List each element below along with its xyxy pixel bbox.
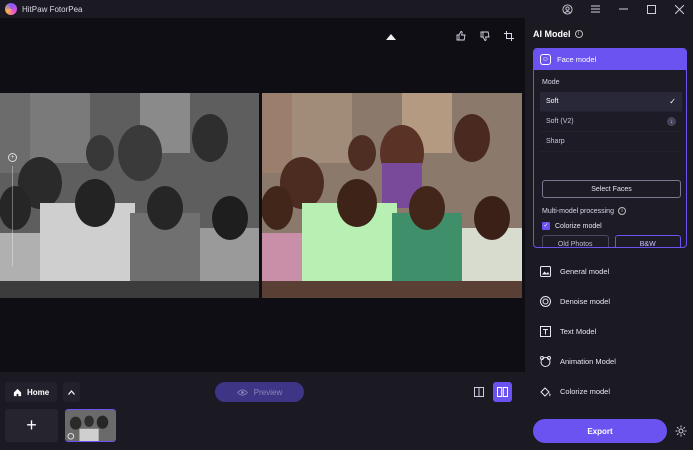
hamburger-icon[interactable] (581, 0, 609, 18)
canvas-toolbar (455, 30, 515, 42)
crop-icon[interactable] (503, 30, 515, 42)
colorize-option-group: Old Photos B&W (542, 235, 681, 247)
mode-list: Soft ✓ Soft (V2) ↓ Sharp (540, 92, 682, 152)
single-view-icon (474, 387, 484, 397)
colorize-label: Colorize model (555, 222, 602, 230)
home-button[interactable]: Home (5, 382, 58, 402)
model-list: General model Denoise model Text Model A… (533, 256, 687, 406)
zoom-in-handle-icon[interactable]: + (8, 153, 17, 162)
colorize-checkbox-row[interactable]: ✓ Colorize model (542, 222, 602, 230)
gear-icon[interactable] (674, 424, 688, 438)
app-title: HitPaw FotorPea (22, 4, 83, 14)
denoise-icon (539, 295, 551, 307)
mode-option-label: Soft (546, 98, 559, 105)
face-model-label: Face model (557, 55, 597, 64)
colorize-checkbox[interactable]: ✓ (542, 222, 550, 230)
image-canvas[interactable]: + (0, 18, 525, 372)
download-icon[interactable]: ↓ (667, 117, 676, 126)
mode-option-label: Soft (V2) (546, 118, 574, 125)
bw-option[interactable]: B&W (614, 235, 681, 247)
preview-button[interactable]: Preview (215, 382, 304, 402)
multi-model-text: Multi-model processing (542, 207, 614, 215)
face-model-header[interactable]: ☺ Face model (534, 49, 686, 70)
panel-title-text: AI Model (533, 29, 571, 39)
info-icon[interactable]: i (574, 30, 583, 38)
panel-title: AI Model i (533, 29, 583, 39)
eye-icon (236, 388, 248, 396)
image-thumbnail[interactable] (65, 409, 116, 442)
image-icon (539, 265, 551, 277)
model-item-label: Animation Model (560, 356, 616, 366)
colorized-photo (262, 93, 522, 298)
info-icon[interactable]: i (617, 207, 626, 215)
close-icon[interactable] (665, 0, 693, 18)
mode-label: Mode (542, 79, 560, 86)
home-icon (13, 388, 22, 396)
bottom-bar: Home Preview + (0, 372, 525, 450)
ai-model-panel: AI Model i ☺ Face model Mode Soft ✓ Soft… (525, 18, 693, 450)
model-item-label: General model (560, 266, 610, 276)
model-item-denoise[interactable]: Denoise model (533, 286, 687, 316)
collapse-arrow-icon[interactable] (386, 34, 396, 40)
export-button[interactable]: Export (533, 419, 667, 443)
add-image-button[interactable]: + (5, 409, 58, 442)
window-controls (553, 0, 693, 18)
multi-model-label: Multi-model processing i (542, 207, 626, 215)
model-item-label: Denoise model (560, 296, 611, 306)
mode-option-soft[interactable]: Soft ✓ (540, 92, 682, 112)
home-label: Home (27, 387, 50, 397)
model-item-general[interactable]: General model (533, 256, 687, 286)
zoom-rail[interactable] (12, 166, 13, 266)
face-model-card: ☺ Face model Mode Soft ✓ Soft (V2) ↓ Sha… (533, 48, 687, 248)
model-item-label: Colorize model (560, 386, 611, 396)
original-photo (0, 93, 259, 298)
model-item-text[interactable]: Text Model (533, 316, 687, 346)
split-view-icon (497, 387, 508, 397)
single-view-button[interactable] (470, 382, 488, 402)
expand-up-button[interactable] (63, 382, 80, 402)
preview-label: Preview (253, 387, 283, 397)
minimize-icon[interactable] (609, 0, 637, 18)
select-faces-button[interactable]: Select Faces (542, 180, 681, 198)
text-icon (539, 325, 551, 337)
paint-bucket-icon (539, 385, 551, 397)
face-icon: ☺ (540, 54, 551, 65)
mode-option-label: Sharp (546, 138, 565, 145)
split-view-button[interactable] (493, 382, 512, 402)
mode-option-sharp[interactable]: Sharp (540, 132, 682, 152)
animation-icon (539, 355, 551, 367)
mode-option-soft-v2[interactable]: Soft (V2) ↓ (540, 112, 682, 132)
title-bar: HitPaw FotorPea (0, 0, 693, 18)
model-item-colorize[interactable]: Colorize model (533, 376, 687, 406)
chevron-up-icon (68, 389, 75, 395)
model-item-label: Text Model (560, 326, 597, 336)
checkmark-icon: ✓ (669, 97, 676, 106)
app-logo-icon (5, 3, 17, 15)
thumbs-down-icon[interactable] (479, 30, 491, 42)
user-circle-icon[interactable] (553, 0, 581, 18)
maximize-icon[interactable] (637, 0, 665, 18)
model-item-animation[interactable]: Animation Model (533, 346, 687, 376)
thumbs-up-icon[interactable] (455, 30, 467, 42)
old-photos-option[interactable]: Old Photos (542, 235, 609, 247)
